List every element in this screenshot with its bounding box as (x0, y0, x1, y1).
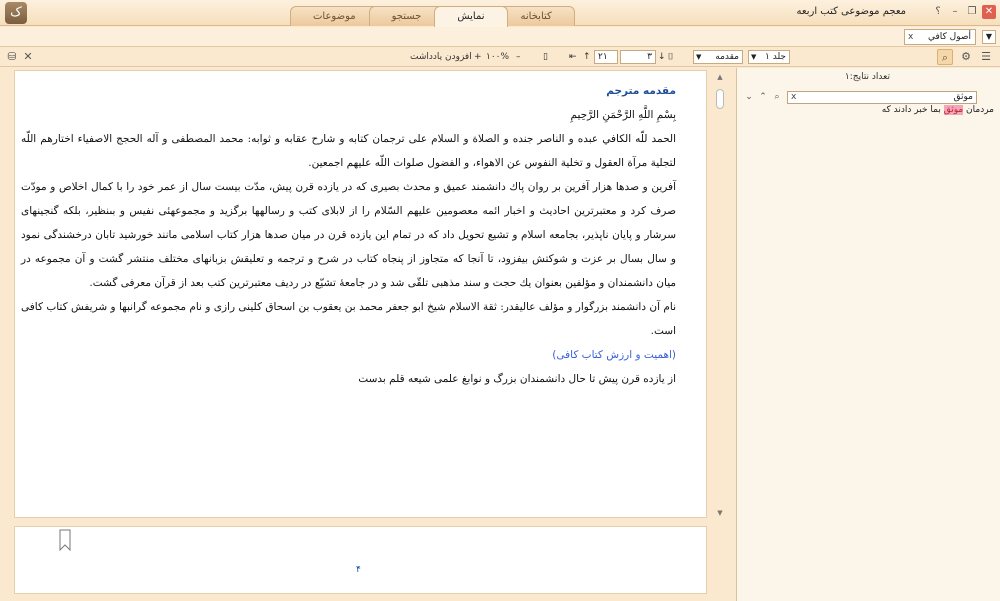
reader-scrollbar[interactable]: ▲ ▼ (712, 71, 728, 519)
minimize-button[interactable]: – (948, 5, 962, 19)
tab-topics[interactable]: موضوعات (290, 6, 379, 26)
result-count: تعداد نتایج:۱ (844, 72, 890, 82)
search-icon[interactable]: ⌕ (771, 91, 783, 104)
volume-select[interactable]: جلد ۱ ▼ (748, 50, 790, 64)
result-filter-input[interactable]: موثق x (787, 91, 977, 104)
scroll-thumb[interactable] (716, 89, 724, 109)
reader-panel: مقدمه مترجم بِسْمِ اللَّهِ الرَّحْمَنِ ا… (14, 70, 724, 518)
help-button[interactable]: ؟ (931, 5, 945, 19)
fullscreen-icon[interactable]: ✕ (20, 49, 36, 65)
chevron-down-icon: ▼ (696, 53, 702, 61)
window-title: معجم موضوعی کتب اربعه (796, 6, 906, 17)
paragraph: نام آن دانشمند بزرگوار و مؤلف عاليقدر: ث… (21, 301, 676, 337)
clear-search-icon[interactable]: x (791, 92, 796, 103)
scroll-down-icon[interactable]: ▼ (715, 509, 725, 517)
document-tab-close-icon[interactable]: x (908, 30, 913, 44)
page-number-input[interactable]: ۳ (620, 50, 656, 64)
zoom-value: ۱۰۰% (486, 52, 510, 62)
zoom-in-icon[interactable]: + (474, 50, 482, 64)
page-footer-pane: ۴ (14, 526, 707, 594)
add-note-label: افزودن یادداشت (410, 52, 472, 62)
document-list-dropdown-icon[interactable]: ▼ (982, 30, 996, 44)
paragraph: آفرين و صدها هزار آفرين بر روان پاك دانش… (21, 181, 676, 289)
tab-display[interactable]: نمایش (434, 6, 508, 27)
app-logo: ک (5, 2, 27, 24)
window-controls: ؟ – ❐ ✕ (931, 5, 996, 19)
layers-icon[interactable]: ⛁ (4, 49, 20, 65)
first-page-icon[interactable]: ⇤ (569, 50, 577, 64)
prev-page-icon[interactable]: ↑ (583, 50, 591, 64)
chevron-up-icon[interactable]: ⌃ (757, 91, 769, 104)
scroll-up-icon[interactable]: ▲ (715, 73, 725, 81)
document-tabs-row: أصول كافي x ▼ (0, 27, 1000, 47)
title-bar: ک موضوعات جستجو نمایش کتابخانه معجم موضو… (0, 0, 1000, 27)
result-search-row: ⌄ ⌃ ⌕ موثق x (743, 91, 995, 105)
search-highlight: موثق (943, 105, 964, 115)
list-item[interactable]: مردمان موثق بما خبر دادند كه (882, 105, 994, 115)
chevron-down-icon: ▼ (751, 53, 757, 61)
page-total-field: ۲۱ (594, 50, 618, 64)
bookmark-ribbon-icon[interactable] (59, 529, 71, 551)
next-page-icon[interactable]: ↓ (658, 50, 666, 64)
reader-toolbar: ⛁ ✕ افزودن یادداشت + ۱۰۰% – ▯ ⇤ ↑ ۲۱ ۳ ↓… (0, 47, 1000, 67)
paragraph: الحمد للّه الكافي عبده و الناصر جنده و ا… (21, 133, 676, 169)
page-number-label: ۴ (356, 565, 361, 575)
section-heading: مقدمه مترجم (606, 85, 676, 97)
zoom-slider-handle[interactable]: ▯ (543, 50, 548, 64)
tab-library[interactable]: کتابخانه (497, 6, 575, 26)
paragraph: از يازده قرن پيش تا حال دانشمندان بزرگ و… (358, 373, 676, 385)
main-tabs: موضوعات جستجو نمایش کتابخانه (290, 6, 575, 27)
document-tab-label: أصول كافي (927, 32, 971, 42)
zoom-out-icon[interactable]: – (516, 50, 521, 64)
list-icon[interactable]: ☰ (978, 49, 994, 65)
tab-search[interactable]: جستجو (368, 6, 445, 26)
basmala: بِسْمِ اللَّهِ الرَّحْمَنِ الرَّحِيمِ (570, 109, 676, 121)
search-icon[interactable]: ⌕ (937, 49, 953, 65)
subheading: (اهميت و ارزش كتاب كافى) (552, 349, 676, 361)
document-tab[interactable]: أصول كافي x (904, 29, 976, 45)
search-results-panel: تعداد نتایج:۱ ⌄ ⌃ ⌕ موثق x مردمان موثق ب… (736, 68, 1000, 601)
gear-icon[interactable]: ⚙ (958, 49, 974, 65)
book-content: مقدمه مترجم بِسْمِ اللَّهِ الرَّحْمَنِ ا… (21, 79, 676, 391)
section-select[interactable]: مقدمه ▼ (693, 50, 743, 64)
bookmark-icon[interactable]: ⌷ (668, 50, 673, 64)
restore-button[interactable]: ❐ (965, 5, 979, 19)
close-button[interactable]: ✕ (982, 5, 996, 19)
chevron-down-icon[interactable]: ⌄ (743, 91, 755, 104)
add-note-button[interactable]: افزودن یادداشت (410, 50, 472, 64)
